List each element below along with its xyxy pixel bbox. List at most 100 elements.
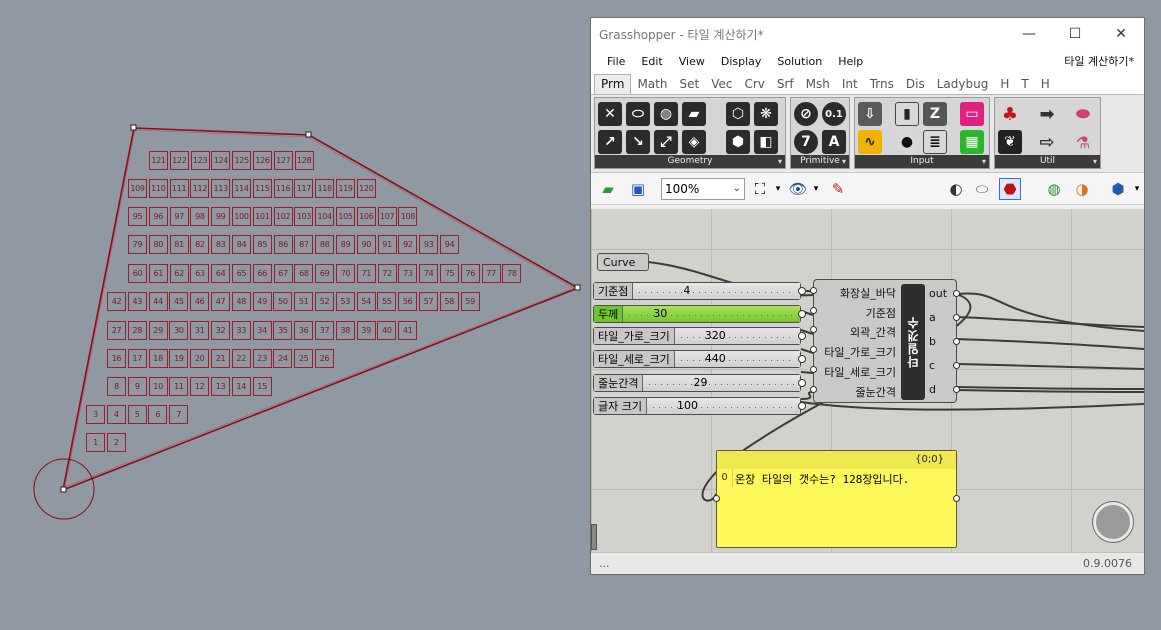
- tab-trns[interactable]: Trns: [864, 75, 900, 94]
- input-port[interactable]: [810, 326, 817, 333]
- rhino-viewport[interactable]: 121 122 123 124 125 126 127 128 109 110 111 112 113 1…: [0, 0, 590, 630]
- input-port[interactable]: [713, 495, 720, 502]
- download-icon[interactable]: ⇩: [858, 102, 882, 126]
- tab-h[interactable]: H: [994, 75, 1015, 94]
- tab-t[interactable]: T: [1015, 75, 1034, 94]
- arc-param-icon[interactable]: ◍: [654, 102, 678, 126]
- input-port[interactable]: [810, 287, 817, 294]
- slider-기준점[interactable]: 기준점 4: [593, 282, 806, 300]
- maximize-button[interactable]: ☐: [1052, 26, 1098, 42]
- vector-param-icon[interactable]: ↗: [598, 130, 622, 154]
- graph-mapper-icon[interactable]: ∿: [858, 130, 882, 154]
- chevron-down-icon[interactable]: ▾: [842, 155, 846, 168]
- output-panel[interactable]: {0;0} 0 온장 타일의 갯수는? 128장입니다.: [713, 450, 960, 548]
- value-list-icon[interactable]: ≣: [923, 130, 947, 154]
- output-port[interactable]: [953, 338, 960, 345]
- input-port[interactable]: [810, 386, 817, 393]
- button-icon[interactable]: ●: [895, 130, 919, 154]
- tab-h2[interactable]: H: [1035, 75, 1056, 94]
- slider-track[interactable]: 320: [674, 328, 800, 344]
- chevron-down-icon[interactable]: ▾: [778, 155, 782, 168]
- slider-두께[interactable]: 두께 30: [593, 305, 806, 323]
- input-port[interactable]: [810, 346, 817, 353]
- chevron-down-icon[interactable]: ▾: [767, 178, 789, 200]
- preview-wire-icon[interactable]: ◐: [945, 178, 967, 200]
- left-scroll-handle[interactable]: [591, 524, 597, 550]
- input-port[interactable]: [810, 366, 817, 373]
- tab-ladybug[interactable]: Ladybug: [931, 75, 995, 94]
- menu-display[interactable]: Display: [713, 55, 770, 68]
- color-wheel-icon[interactable]: ◑: [1071, 178, 1093, 200]
- text-param-icon[interactable]: A: [822, 130, 846, 154]
- swatch-icon[interactable]: ▭: [960, 102, 984, 126]
- number-param-icon[interactable]: 0.1: [822, 102, 846, 126]
- field-param-icon[interactable]: ◧: [754, 130, 778, 154]
- output-port[interactable]: [953, 495, 960, 502]
- cherry-icon[interactable]: ♣: [998, 102, 1022, 126]
- slider-타일-가로-크기[interactable]: 타일_가로_크기 320: [593, 327, 806, 345]
- open-folder-icon[interactable]: ▰: [597, 178, 619, 200]
- circle-param-icon[interactable]: ⬭: [626, 102, 650, 126]
- chevron-down-icon[interactable]: ▾: [805, 178, 827, 200]
- pill-icon[interactable]: ⬬: [1071, 102, 1095, 126]
- menu-solution[interactable]: Solution: [769, 55, 830, 68]
- flask-icon[interactable]: ⚗: [1071, 130, 1095, 154]
- tab-int[interactable]: Int: [836, 75, 864, 94]
- surface-param-icon[interactable]: ▰: [682, 102, 706, 126]
- tab-set[interactable]: Set: [673, 75, 705, 94]
- slider-타일-세로-크기[interactable]: 타일_세로_크기 440: [593, 350, 806, 368]
- slider-track[interactable]: 30: [623, 306, 800, 322]
- menu-edit[interactable]: Edit: [633, 55, 670, 68]
- slider-줄눈간격[interactable]: 줄눈간격 29: [593, 374, 806, 392]
- arrow-right-icon[interactable]: ➡: [1035, 102, 1059, 126]
- slider-track[interactable]: 4: [633, 283, 800, 299]
- brep-param-icon[interactable]: ⬡: [726, 102, 750, 126]
- output-port[interactable]: [953, 314, 960, 321]
- menu-view[interactable]: View: [671, 55, 713, 68]
- matrix-icon[interactable]: ▦: [960, 130, 984, 154]
- output-port[interactable]: [953, 290, 960, 297]
- line-param-icon[interactable]: ⤢: [654, 130, 678, 154]
- tab-vec[interactable]: Vec: [705, 75, 738, 94]
- save-icon[interactable]: ▣: [627, 178, 649, 200]
- tab-srf[interactable]: Srf: [771, 75, 800, 94]
- geometry-param-icon[interactable]: ✕: [598, 102, 622, 126]
- zoom-select[interactable]: 100% ⌄: [661, 178, 745, 200]
- mesh-param-icon[interactable]: ❋: [754, 102, 778, 126]
- slider-output-port[interactable]: [798, 379, 806, 387]
- canvas-navigator[interactable]: [1093, 502, 1133, 542]
- chevron-down-icon[interactable]: ▾: [982, 155, 986, 168]
- sketch-pen-icon[interactable]: ✎: [827, 178, 849, 200]
- chevron-down-icon[interactable]: ▾: [1093, 155, 1097, 168]
- output-port[interactable]: [953, 386, 960, 393]
- slider-track[interactable]: 440: [674, 351, 800, 367]
- menu-file[interactable]: File: [599, 55, 633, 68]
- input-port[interactable]: [810, 307, 817, 314]
- close-button[interactable]: ✕: [1098, 26, 1144, 42]
- preview-mesh-icon[interactable]: ⬭: [971, 178, 993, 200]
- menu-help[interactable]: Help: [830, 55, 871, 68]
- tree-icon[interactable]: ❦: [998, 130, 1022, 154]
- box-param-icon[interactable]: ⬢: [726, 130, 750, 154]
- gh-canvas[interactable]: Curve 기준점 4 두께 30 타일_가로_크기 320 타일_세로_크기: [591, 209, 1144, 552]
- curve-param[interactable]: Curve: [597, 253, 649, 271]
- bake-icon[interactable]: ◍: [1043, 178, 1065, 200]
- output-port[interactable]: [953, 362, 960, 369]
- boolean-param-icon[interactable]: ⊘: [794, 102, 818, 126]
- preview-shaded-icon[interactable]: ⬣: [999, 178, 1021, 200]
- slider-track[interactable]: 29: [643, 375, 800, 391]
- tab-prm[interactable]: Prm: [594, 74, 632, 94]
- slider-output-port[interactable]: [798, 310, 806, 318]
- plane-param-icon[interactable]: ◈: [682, 130, 706, 154]
- arrow-outline-icon[interactable]: ⇨: [1035, 130, 1059, 154]
- tab-dis[interactable]: Dis: [900, 75, 931, 94]
- slider-track[interactable]: 100: [646, 398, 800, 414]
- slider-output-port[interactable]: [798, 332, 806, 340]
- slider-output-port[interactable]: [798, 287, 806, 295]
- tab-crv[interactable]: Crv: [738, 75, 770, 94]
- tile-count-component[interactable]: 화장실_바닥 기준점 외곽_간격 타일_가로_크기 타일_세로_크기 줄눈간격 …: [810, 279, 960, 403]
- curve-param-icon[interactable]: ↘: [626, 130, 650, 154]
- integer-param-icon[interactable]: 7: [794, 130, 818, 154]
- chevron-down-icon[interactable]: ▾: [1126, 178, 1148, 200]
- slider-output-port[interactable]: [798, 402, 806, 410]
